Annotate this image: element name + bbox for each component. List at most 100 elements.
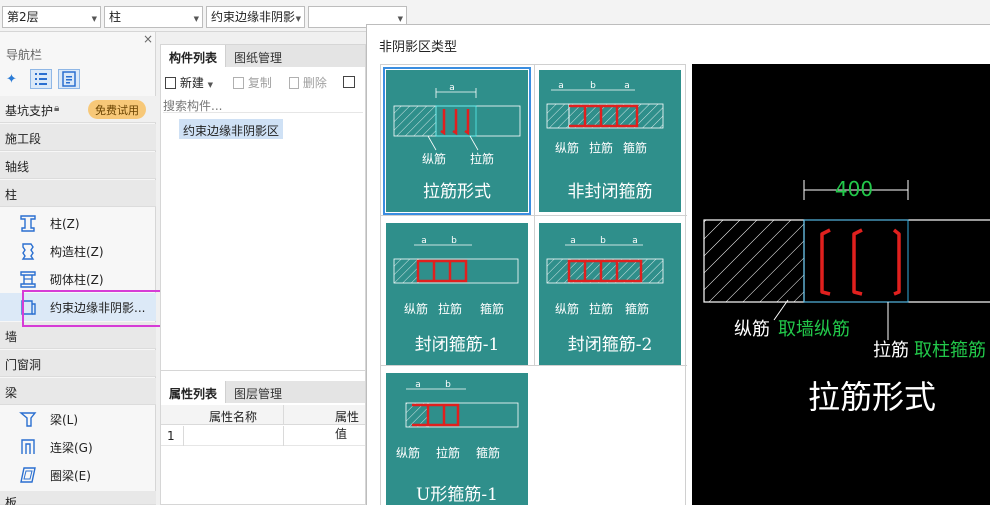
note-longitudinal: 纵筋 xyxy=(396,445,420,460)
layers-icon xyxy=(343,76,355,88)
type-card-open-stirrup[interactable]: a b a 纵筋 拉筋 箍筋 非封闭箍筋 xyxy=(539,70,681,212)
tab-property-list[interactable]: 属性列表 xyxy=(161,381,226,403)
note-tie: 拉筋 xyxy=(589,140,613,155)
chevron-down-icon: ▼ xyxy=(91,15,97,23)
svg-text:a: a xyxy=(421,236,427,246)
card-label: 封闭箍筋-2 xyxy=(567,335,653,355)
component-select[interactable]: 约束边缘非阴影 ▼ xyxy=(206,6,305,28)
floor-select-value: 第2层 xyxy=(7,10,39,24)
list-item-label: 约束边缘非阴影区 xyxy=(183,124,280,138)
trash-icon xyxy=(289,77,299,89)
type-card-u-stirrup-1[interactable]: a b 纵筋 拉筋 箍筋 U形箍筋-1 xyxy=(386,373,528,505)
nav-section-foundation-pit[interactable]: 基坑支护 🔒︎ 免费试用 xyxy=(0,96,156,123)
type-card-tie[interactable]: a 纵筋 拉筋 拉筋形式 xyxy=(383,67,531,215)
type-grid: a 纵筋 拉筋 拉筋形式 a b a 纵筋 拉筋 箍筋 非封闭箍筋 a b 纵筋… xyxy=(380,64,687,505)
preview-diagram: 400 纵筋 取墙纵筋 拉筋 取柱箍筋 拉筋形式 xyxy=(703,177,990,416)
column-icon xyxy=(20,215,36,232)
svg-text:b: b xyxy=(451,236,457,246)
note-longitudinal: 纵筋 xyxy=(404,301,428,316)
tab-layer-management[interactable]: 图层管理 xyxy=(225,381,291,403)
search-placeholder: 搜索构件... xyxy=(163,99,223,113)
svg-text:a: a xyxy=(558,81,564,91)
ring-beam-icon xyxy=(20,467,36,483)
sidebar-item-label: 连梁(G) xyxy=(50,441,93,455)
note-tie: 拉筋 xyxy=(470,151,494,166)
tab-drawing-management[interactable]: 图纸管理 xyxy=(225,45,291,67)
rebar-type-dialog: 非阴影区类型 a 纵筋 拉筋 拉筋形式 a b a 纵筋 拉筋 箍筋 非封闭箍筋… xyxy=(366,24,990,505)
sidebar-item-column[interactable]: 柱(Z) xyxy=(0,209,156,237)
card-label: 非封闭箍筋 xyxy=(567,182,653,202)
new-button-label: 新建 xyxy=(179,76,204,90)
sidebar-item-masonry-column[interactable]: 砌体柱(Z) xyxy=(0,265,156,293)
chevron-down-icon: ▼ xyxy=(207,81,214,89)
svg-text:b: b xyxy=(590,81,596,91)
new-file-icon xyxy=(165,77,176,89)
nav-close-icon[interactable]: × xyxy=(143,32,153,46)
slab-label: 板 xyxy=(5,496,18,505)
sidebar-item-coupling-beam[interactable]: 连梁(G) xyxy=(0,433,156,461)
nav-section-construction-stage[interactable]: 施工段 xyxy=(0,124,156,151)
copy-button[interactable]: 复制 xyxy=(233,74,272,91)
note-longitudinal: 纵筋 xyxy=(422,151,446,166)
row-divider xyxy=(183,426,184,446)
card-label: 拉筋形式 xyxy=(423,182,491,202)
svg-text:b: b xyxy=(445,380,451,390)
sidebar-item-structural-column[interactable]: 构造柱(Z) xyxy=(0,237,156,265)
delete-button[interactable]: 删除 xyxy=(289,74,327,91)
type-card-closed-stirrup-1[interactable]: a b 纵筋 拉筋 箍筋 封闭箍筋-1 xyxy=(386,223,528,365)
chevron-down-icon: ▼ xyxy=(295,15,301,23)
sidebar-item-label: 柱(Z) xyxy=(50,217,80,231)
tab-label: 属性列表 xyxy=(169,387,218,401)
tab-component-list[interactable]: 构件列表 xyxy=(161,45,226,67)
nav-section-beam[interactable]: 梁 xyxy=(0,378,156,405)
card-label: U形箍筋-1 xyxy=(416,485,498,505)
search-input[interactable]: 搜索构件... xyxy=(163,97,363,113)
note-longitudinal: 纵筋 xyxy=(555,301,579,316)
grid-divider xyxy=(381,365,687,366)
column-label: 柱 xyxy=(5,188,18,202)
note-longitudinal: 纵筋 xyxy=(555,140,579,155)
type-card-closed-stirrup-2[interactable]: a b a 纵筋 拉筋 箍筋 封闭箍筋-2 xyxy=(539,223,681,365)
beam-icon xyxy=(19,412,37,427)
table-row[interactable]: 1 xyxy=(161,426,365,446)
masonry-column-icon xyxy=(20,271,36,288)
free-trial-badge[interactable]: 免费试用 xyxy=(88,100,146,119)
detail-view-icon[interactable] xyxy=(58,69,80,89)
nav-section-axis[interactable]: 轴线 xyxy=(0,152,156,179)
note-tie: 拉筋 xyxy=(436,445,460,460)
highlight-box xyxy=(22,290,174,327)
sidebar-item-label: 圈梁(E) xyxy=(50,469,91,483)
chevron-down-icon: ▼ xyxy=(193,15,199,23)
component-select-value: 约束边缘非阴影 xyxy=(211,10,296,24)
note-stirrup: 箍筋 xyxy=(476,445,500,460)
beam-label: 梁 xyxy=(5,386,18,400)
preview-caption: 拉筋形式 xyxy=(808,378,936,416)
floor-select[interactable]: 第2层 ▼ xyxy=(2,6,101,28)
sidebar-item-ring-beam[interactable]: 圈梁(E) xyxy=(0,461,156,489)
category-select-value: 柱 xyxy=(109,10,122,24)
longitudinal-label: 纵筋 xyxy=(734,319,770,340)
row-divider xyxy=(283,426,284,446)
add-sparkle-icon[interactable]: ✦ xyxy=(6,72,20,87)
more-tool-button[interactable] xyxy=(343,74,355,89)
nav-section-slab[interactable]: 板 xyxy=(0,491,156,505)
list-item-selected[interactable]: 约束边缘非阴影区 xyxy=(179,119,284,139)
list-view-icon[interactable] xyxy=(30,69,52,89)
property-header-row: 属性名称 属性值 xyxy=(161,405,365,441)
nav-section-column[interactable]: 柱 xyxy=(0,180,156,207)
new-button[interactable]: 新建 ▼ xyxy=(165,74,213,91)
tab-label: 图纸管理 xyxy=(234,51,283,65)
nav-section-door-window[interactable]: 门窗洞 xyxy=(0,350,156,377)
sidebar-item-beam[interactable]: 梁(L) xyxy=(0,405,156,433)
navigation-panel: 导航栏 × ✦ 基坑支护 🔒︎ 免费试用 施工段 轴线 柱 柱(Z) 构造柱(Z… xyxy=(0,32,156,505)
copy-button-label: 复制 xyxy=(247,76,272,90)
card-label: 封闭箍筋-1 xyxy=(414,335,500,355)
nav-title: 导航栏 xyxy=(6,48,43,62)
wall-label: 墙 xyxy=(5,330,18,344)
note-tie: 拉筋 xyxy=(438,301,462,316)
tie-note: 取柱箍筋 xyxy=(914,340,986,361)
sidebar-item-label: 砌体柱(Z) xyxy=(50,273,104,287)
category-select[interactable]: 柱 ▼ xyxy=(104,6,203,28)
note-stirrup: 箍筋 xyxy=(623,140,647,155)
column-divider xyxy=(283,405,284,425)
